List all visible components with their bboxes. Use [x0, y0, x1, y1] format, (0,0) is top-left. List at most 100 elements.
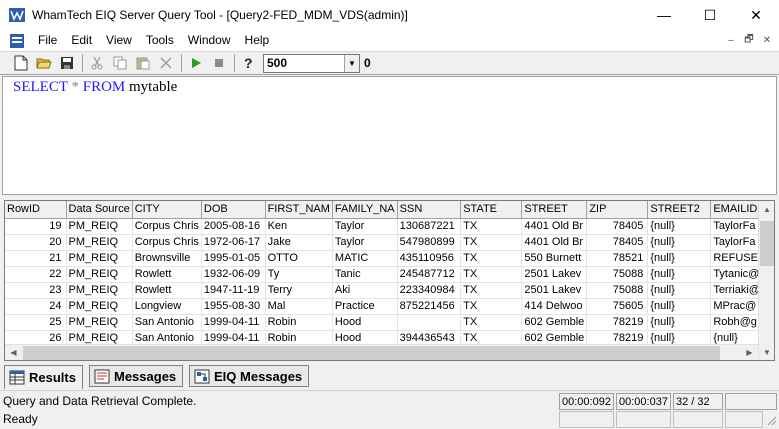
horizontal-scroll-thumb[interactable]	[23, 345, 720, 360]
table-cell[interactable]: OTTO	[265, 250, 333, 267]
column-header[interactable]: DOB	[201, 201, 266, 219]
delete-icon[interactable]	[155, 53, 177, 73]
paste-icon[interactable]	[132, 53, 154, 73]
table-cell[interactable]: PM_REIQ	[66, 234, 133, 251]
table-cell[interactable]: TX	[460, 266, 523, 283]
table-cell[interactable]: 414 Delwoo	[521, 298, 588, 315]
copy-icon[interactable]	[109, 53, 131, 73]
table-cell[interactable]: 435110956	[397, 250, 462, 267]
table-cell[interactable]: 130687221	[397, 218, 462, 235]
column-header[interactable]: FAMILY_NA	[332, 201, 398, 219]
table-row[interactable]: 20 PM_REIQ Corpus Chris 1972-06-17 Jake Taylo…	[5, 234, 774, 251]
table-cell[interactable]: 245487712	[397, 266, 462, 283]
column-header[interactable]: CITY	[132, 201, 202, 219]
table-cell[interactable]: TX	[460, 282, 523, 299]
menu-window[interactable]: Window	[181, 30, 238, 51]
table-cell[interactable]: 602 Gemble	[521, 314, 588, 331]
table-cell[interactable]: Ty	[265, 266, 333, 283]
horizontal-scrollbar[interactable]: ◀ ▶	[5, 344, 758, 360]
table-cell[interactable]: 75088	[586, 266, 649, 283]
table-cell[interactable]: 21	[5, 250, 67, 267]
table-cell[interactable]: {null}	[647, 298, 712, 315]
table-cell[interactable]: 4401 Old Br	[521, 234, 588, 251]
scroll-up-icon[interactable]: ▲	[759, 201, 775, 217]
table-cell[interactable]: TX	[460, 298, 523, 315]
table-row[interactable]: 23 PM_REIQ Rowlett 1947-11-19 Terry Aki 223340…	[5, 282, 774, 299]
column-header[interactable]: SSN	[397, 201, 462, 219]
table-row[interactable]: 25 PM_REIQ San Antonio 1999-04-11 Robin Hood T…	[5, 314, 774, 331]
table-cell[interactable]: 25	[5, 314, 67, 331]
chevron-down-icon[interactable]: ▼	[344, 54, 359, 72]
help-icon[interactable]: ?	[238, 53, 260, 73]
menu-file[interactable]: File	[31, 30, 64, 51]
table-cell[interactable]: Taylor	[332, 234, 398, 251]
vertical-scrollbar[interactable]: ▲ ▼	[758, 201, 774, 360]
new-icon[interactable]	[10, 53, 32, 73]
table-cell[interactable]: PM_REIQ	[66, 250, 133, 267]
mdi-restore-button[interactable]: 🗗	[741, 32, 757, 48]
table-cell[interactable]: Jake	[265, 234, 333, 251]
tab-eiq-messages[interactable]: EIQ Messages	[189, 365, 310, 387]
table-cell[interactable]: Aki	[332, 282, 398, 299]
table-cell[interactable]: 223340984	[397, 282, 462, 299]
minimize-button[interactable]: —	[641, 0, 687, 30]
table-cell[interactable]: Robin	[265, 314, 333, 331]
column-header[interactable]: STATE	[460, 201, 523, 219]
table-cell[interactable]: {null}	[647, 314, 712, 331]
column-header[interactable]: RowID	[5, 201, 67, 219]
table-cell[interactable]: Corpus Chris	[132, 234, 202, 251]
table-cell[interactable]: PM_REIQ	[66, 218, 133, 235]
mdi-close-button[interactable]: ✕	[759, 32, 775, 48]
mdi-minimize-button[interactable]: –	[723, 32, 739, 48]
results-grid[interactable]: RowID Data Source CITY DOB FIRST_NAM FAMILY_N…	[4, 200, 775, 361]
vertical-scroll-thumb[interactable]	[760, 221, 774, 266]
run-icon[interactable]	[185, 53, 207, 73]
menu-help[interactable]: Help	[238, 30, 277, 51]
table-cell[interactable]: 1972-06-17	[201, 234, 266, 251]
column-header[interactable]: Data Source	[66, 201, 133, 219]
table-cell[interactable]: TX	[460, 250, 523, 267]
table-cell[interactable]: 1932-06-09	[201, 266, 266, 283]
resize-grip-icon[interactable]	[765, 414, 777, 426]
table-cell[interactable]: TX	[460, 234, 523, 251]
table-cell[interactable]: 875221456	[397, 298, 462, 315]
table-cell[interactable]: 1955-08-30	[201, 298, 266, 315]
table-cell[interactable]: {null}	[647, 250, 712, 267]
column-header[interactable]: FIRST_NAM	[265, 201, 333, 219]
table-cell[interactable]: 22	[5, 266, 67, 283]
table-cell[interactable]: Ken	[265, 218, 333, 235]
column-header[interactable]: STREET	[521, 201, 588, 219]
table-cell[interactable]: 1995-01-05	[201, 250, 266, 267]
table-cell[interactable]: Tanic	[332, 266, 398, 283]
table-cell[interactable]: TX	[460, 218, 523, 235]
table-row[interactable]: 24 PM_REIQ Longview 1955-08-30 Mal Practice 87…	[5, 298, 774, 315]
table-cell[interactable]: MATIC	[332, 250, 398, 267]
table-cell[interactable]: 2005-08-16	[201, 218, 266, 235]
table-cell[interactable]: PM_REIQ	[66, 314, 133, 331]
maximize-button[interactable]: ☐	[687, 0, 733, 30]
menu-tools[interactable]: Tools	[139, 30, 181, 51]
table-cell[interactable]: 78219	[586, 314, 649, 331]
table-cell[interactable]: {null}	[647, 266, 712, 283]
document-icon[interactable]	[9, 33, 25, 49]
open-icon[interactable]	[33, 53, 55, 73]
table-cell[interactable]: 20	[5, 234, 67, 251]
row-limit-select[interactable]: 500 ▼	[263, 53, 360, 73]
table-cell[interactable]: 78405	[586, 218, 649, 235]
stop-icon[interactable]	[208, 53, 230, 73]
table-cell[interactable]: 4401 Old Br	[521, 218, 588, 235]
menu-view[interactable]: View	[99, 30, 139, 51]
table-cell[interactable]: Rowlett	[132, 282, 202, 299]
table-cell[interactable]: PM_REIQ	[66, 282, 133, 299]
table-cell[interactable]: Terry	[265, 282, 333, 299]
table-cell[interactable]: 75088	[586, 282, 649, 299]
table-cell[interactable]: Longview	[132, 298, 202, 315]
table-cell[interactable]: Taylor	[332, 218, 398, 235]
table-cell[interactable]: 547980899	[397, 234, 462, 251]
table-cell[interactable]: 78405	[586, 234, 649, 251]
table-cell[interactable]: 78521	[586, 250, 649, 267]
scroll-left-icon[interactable]: ◀	[5, 345, 22, 361]
table-cell[interactable]: 24	[5, 298, 67, 315]
table-row[interactable]: 22 PM_REIQ Rowlett 1932-06-09 Ty Tanic 2454877…	[5, 266, 774, 283]
table-cell[interactable]: {null}	[647, 282, 712, 299]
